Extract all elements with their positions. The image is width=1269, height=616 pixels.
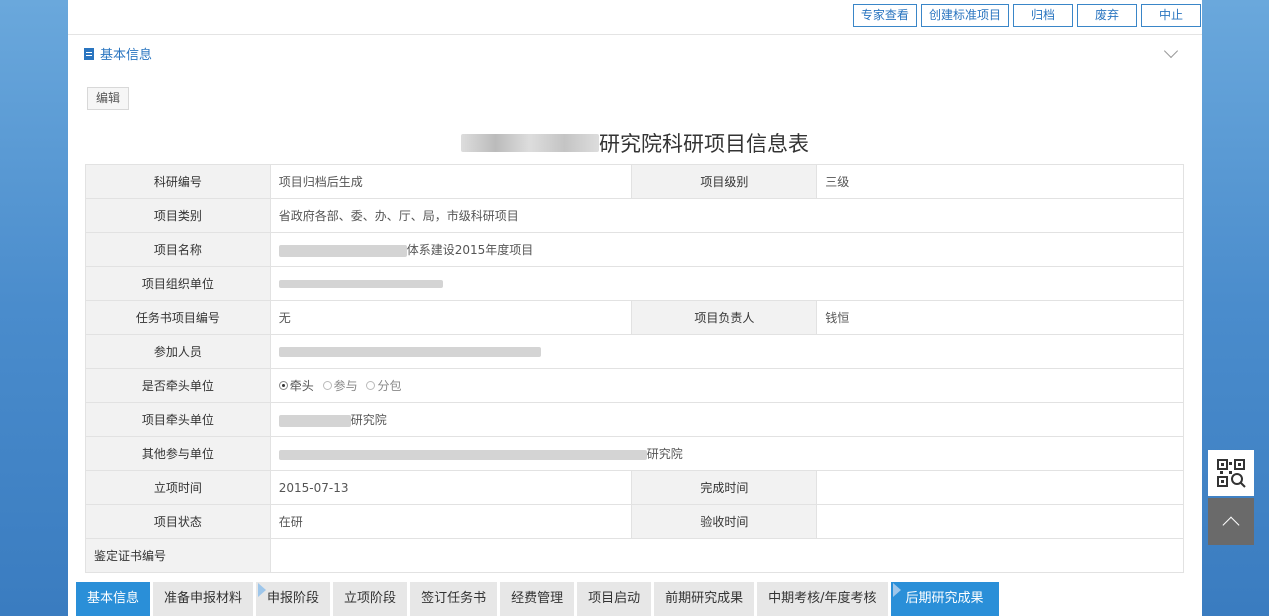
tab-project-approval[interactable]: 立项阶段	[333, 582, 408, 616]
radio-label: 参与	[333, 379, 358, 393]
section-title: 基本信息	[100, 48, 153, 63]
research-no-label: 科研编号	[85, 164, 271, 199]
level-label: 项目级别	[631, 164, 818, 199]
task-no-label: 任务书项目编号	[85, 300, 271, 335]
redacted-text	[278, 449, 647, 460]
task-no-value: 无	[269, 300, 633, 335]
redacted-text	[278, 414, 351, 427]
radio-lead[interactable]: 牵头	[278, 377, 314, 394]
main-panel: 专家查看 创建标准项目 归档 废弃 中止 基本信息 编辑 研究院科研项目信息表 …	[68, 0, 1202, 616]
table-row: 项目牵头单位 研究院	[85, 402, 1185, 437]
accept-date-label: 验收时间	[631, 504, 818, 539]
redacted-text	[278, 347, 541, 357]
cursor-arrow-icon	[258, 583, 267, 597]
tab-funding[interactable]: 经费管理	[500, 582, 575, 616]
divider	[68, 34, 1202, 35]
edit-button[interactable]: 编辑	[87, 87, 130, 110]
tab-sign-task-book[interactable]: 签订任务书	[410, 582, 498, 616]
tab-prepare-materials[interactable]: 准备申报材料	[153, 582, 254, 616]
name-cell: 体系建设2015年度项目	[269, 232, 1185, 267]
qr-code-icon[interactable]	[1208, 450, 1254, 496]
table-row: 鉴定证书编号	[85, 538, 1185, 573]
is-lead-radio-group: 牵头 参与 分包	[269, 368, 1185, 403]
tab-label: 申报阶段	[267, 591, 320, 606]
section-header[interactable]: 基本信息	[84, 44, 152, 63]
start-date-label: 立项时间	[85, 470, 271, 505]
document-icon	[84, 47, 94, 60]
org-unit-label: 项目组织单位	[85, 266, 271, 301]
cert-no-label: 鉴定证书编号	[85, 538, 271, 573]
other-units-value: 研究院	[646, 447, 683, 461]
back-to-top-button[interactable]	[1208, 498, 1254, 545]
leader-label: 项目负责人	[631, 300, 818, 335]
is-lead-label: 是否牵头单位	[85, 368, 271, 403]
tab-early-results[interactable]: 前期研究成果	[654, 582, 755, 616]
status-value: 在研	[269, 504, 633, 539]
tab-application-stage[interactable]: 申报阶段	[256, 582, 331, 616]
members-cell	[269, 334, 1185, 369]
create-standard-project-button[interactable]: 创建标准项目	[920, 4, 1009, 27]
start-date-value: 2015-07-13	[269, 470, 633, 505]
level-value: 三级	[816, 164, 1184, 199]
finish-date-label: 完成时间	[631, 470, 818, 505]
name-value: 体系建设2015年度项目	[406, 243, 534, 257]
status-label: 项目状态	[85, 504, 271, 539]
lead-unit-cell: 研究院	[269, 402, 1185, 437]
radio-subcontract[interactable]: 分包	[366, 377, 401, 394]
radio-label: 分包	[377, 379, 402, 393]
arrow-up-icon	[1222, 516, 1240, 533]
table-row: 项目类别 省政府各部、委、办、厅、局，市级科研项目	[85, 198, 1185, 233]
project-info-table: 科研编号 项目归档后生成 项目级别 三级 项目类别 省政府各部、委、办、厅、局，…	[85, 164, 1185, 573]
form-title: 研究院科研项目信息表	[68, 128, 1202, 158]
accept-date-value	[816, 504, 1184, 539]
leader-value: 钱恒	[816, 300, 1184, 335]
tab-midterm-review[interactable]: 中期考核/年度考核	[757, 582, 888, 616]
cert-no-value	[269, 538, 1185, 573]
table-row: 项目名称 体系建设2015年度项目	[85, 232, 1185, 267]
radio-label: 牵头	[289, 379, 314, 393]
qr-code-graphic	[1217, 459, 1246, 488]
radio-unchecked-icon	[322, 381, 332, 390]
table-row: 任务书项目编号 无 项目负责人 钱恒	[85, 300, 1184, 335]
category-value: 省政府各部、委、办、厅、局，市级科研项目	[269, 198, 1185, 233]
redacted-text	[278, 280, 443, 288]
lead-unit-value: 研究院	[350, 413, 387, 427]
members-label: 参加人员	[85, 334, 271, 369]
name-label: 项目名称	[85, 232, 271, 267]
table-row: 立项时间 2015-07-13 完成时间	[85, 470, 1184, 505]
tab-project-launch[interactable]: 项目启动	[577, 582, 652, 616]
tab-label: 后期研究成果	[905, 591, 984, 606]
discard-button[interactable]: 废弃	[1076, 4, 1137, 27]
stage-tab-bar: 基本信息 准备申报材料 申报阶段 立项阶段 签订任务书 经费管理 项目启动 前期…	[76, 582, 999, 616]
archive-button[interactable]: 归档	[1012, 4, 1073, 27]
research-no-value: 项目归档后生成	[269, 164, 633, 199]
table-row: 参加人员	[85, 334, 1185, 369]
tab-basic-info[interactable]: 基本信息	[76, 582, 151, 616]
other-units-cell: 研究院	[269, 436, 1185, 471]
lead-unit-label: 项目牵头单位	[85, 402, 271, 437]
finish-date-value	[816, 470, 1184, 505]
radio-participate[interactable]: 参与	[322, 377, 358, 394]
chevron-down-icon[interactable]	[1163, 43, 1179, 59]
redacted-text	[278, 244, 407, 257]
radio-unchecked-icon	[366, 381, 376, 390]
top-action-bar: 专家查看 创建标准项目 归档 废弃 中止	[852, 4, 1201, 27]
terminate-button[interactable]: 中止	[1140, 4, 1201, 27]
cursor-arrow-icon	[892, 583, 901, 597]
category-label: 项目类别	[85, 198, 271, 233]
table-row: 是否牵头单位 牵头 参与 分包	[85, 368, 1185, 403]
radio-checked-icon	[278, 381, 288, 390]
table-row: 项目状态 在研 验收时间	[85, 504, 1184, 539]
redacted-text	[461, 134, 599, 152]
other-units-label: 其他参与单位	[85, 436, 271, 471]
expert-view-button[interactable]: 专家查看	[852, 4, 917, 27]
org-unit-cell	[269, 266, 1185, 301]
table-row: 科研编号 项目归档后生成 项目级别 三级	[85, 164, 1184, 199]
form-title-text: 研究院科研项目信息表	[599, 132, 809, 156]
tab-later-results[interactable]: 后期研究成果	[890, 582, 999, 616]
table-row: 其他参与单位 研究院	[85, 436, 1185, 471]
table-row: 项目组织单位	[85, 266, 1185, 301]
